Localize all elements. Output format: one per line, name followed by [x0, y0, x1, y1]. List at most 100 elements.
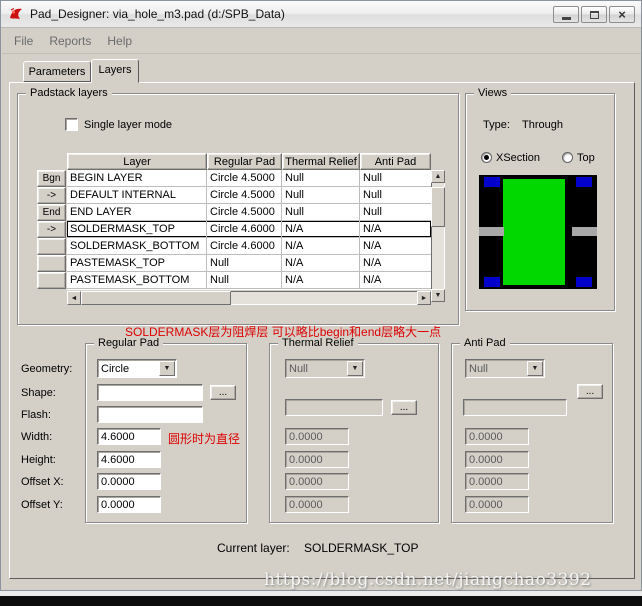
single-layer-mode-checkbox[interactable] — [65, 118, 78, 131]
column-header-anti-pad[interactable]: Anti Pad — [360, 153, 431, 170]
radio-dot — [484, 155, 489, 160]
pad-shape-green — [503, 179, 565, 285]
thermal-relief-geometry-value: Null — [289, 362, 308, 375]
regular-pad-offset-x-input[interactable] — [97, 473, 161, 490]
regular-pad-offset-y-input[interactable] — [97, 496, 161, 513]
radio-xsection[interactable] — [481, 152, 492, 163]
table-cell: BEGIN LAYER — [67, 170, 207, 186]
table-cell: N/A — [363, 240, 382, 252]
tab-layers[interactable]: Layers — [91, 59, 139, 83]
anti-pad-offset-y-input[interactable] — [465, 496, 529, 513]
chevron-down-icon: ▼ — [527, 361, 543, 376]
table-cell: Null — [282, 204, 360, 220]
anti-pad-browse-button[interactable]: ... — [577, 384, 603, 399]
thermal-relief-height-input[interactable] — [285, 451, 349, 468]
window-controls: × — [553, 6, 635, 23]
type-label: Type: — [483, 119, 510, 131]
thermal-relief-offset-y-input[interactable] — [285, 496, 349, 513]
row-button-arrow-2[interactable]: -> — [37, 221, 66, 238]
table-cell: PASTEMASK_BOTTOM — [67, 272, 207, 288]
pad-corner-blue-bottom-right — [576, 277, 592, 287]
menubar: File Reports Help — [2, 29, 641, 54]
table-cell: Circle 4.5000 — [207, 170, 282, 186]
regular-pad-shape-input[interactable] — [97, 384, 203, 401]
table-cell: Null — [207, 272, 282, 288]
minimize-button[interactable] — [553, 6, 579, 23]
pad-corner-blue-top-left — [484, 177, 500, 187]
column-header-thermal-relief[interactable]: Thermal Relief — [282, 153, 360, 170]
scroll-down-icon: ▼ — [434, 292, 442, 299]
table-cell: DEFAULT INTERNAL — [67, 187, 207, 203]
soldermask-annotation: SOLDERMASK层为阻焊层 可以略比begin和end层略大一点 — [125, 325, 442, 339]
regular-pad-geometry-dropdown[interactable]: Circle ▼ — [97, 359, 177, 378]
table-row-soldermask-top[interactable]: SOLDERMASK_TOP Circle 4.6000 N/A N/A — [67, 221, 431, 238]
anti-pad-geometry-dropdown[interactable]: Null ▼ — [465, 359, 545, 378]
flash-label: Flash: — [21, 409, 51, 421]
scroll-left-icon: ◄ — [70, 294, 78, 302]
row-button-end[interactable]: End — [37, 204, 66, 221]
pad-corner-blue-top-right — [576, 177, 592, 187]
thermal-relief-flash-input[interactable] — [285, 399, 383, 416]
titlebar[interactable]: Pad_Designer: via_hole_m3.pad (d:/SPB_Da… — [1, 1, 641, 28]
radio-top-label: Top — [577, 152, 595, 164]
row-button-arrow-1[interactable]: -> — [37, 187, 66, 204]
anti-pad-group-title: Anti Pad — [460, 337, 510, 349]
scroll-left-button[interactable]: ◄ — [67, 291, 81, 305]
anti-pad-flash-input[interactable] — [463, 399, 567, 416]
offset-y-label: Offset Y: — [21, 499, 63, 511]
regular-pad-flash-input[interactable] — [97, 406, 203, 423]
regular-pad-width-input[interactable] — [97, 428, 161, 445]
menu-help[interactable]: Help — [107, 34, 132, 48]
anti-pad-offset-x-input[interactable] — [465, 473, 529, 490]
table-row-soldermask-bottom[interactable]: SOLDERMASK_BOTTOM Circle 4.6000 N/A N/A — [67, 238, 431, 255]
tab-parameters[interactable]: Parameters — [23, 61, 91, 82]
row-button-blank-1[interactable] — [37, 238, 66, 255]
menu-reports[interactable]: Reports — [49, 34, 91, 48]
scroll-right-icon: ► — [420, 294, 428, 302]
padstack-layers-group-title: Padstack layers — [26, 87, 112, 99]
row-button-bgn[interactable]: Bgn — [37, 170, 66, 187]
pad-corner-blue-bottom-left — [484, 277, 500, 287]
app-icon — [10, 7, 22, 19]
regular-pad-shape-browse-button[interactable]: ... — [210, 385, 236, 400]
thermal-relief-geometry-dropdown[interactable]: Null ▼ — [285, 359, 365, 378]
scroll-up-button[interactable]: ▲ — [431, 170, 445, 183]
row-button-blank-3[interactable] — [37, 272, 66, 289]
anti-pad-height-input[interactable] — [465, 451, 529, 468]
table-cell: SOLDERMASK_TOP — [67, 221, 207, 237]
close-button[interactable]: × — [609, 6, 635, 23]
thermal-relief-offset-x-input[interactable] — [285, 473, 349, 490]
table-row-begin-layer[interactable]: BEGIN LAYER Circle 4.5000 Null Null — [67, 170, 431, 187]
drill-bar-left — [479, 227, 504, 236]
table-row-pastemask-top[interactable]: PASTEMASK_TOP Null N/A N/A — [67, 255, 431, 272]
menu-file[interactable]: File — [14, 34, 33, 48]
width-label: Width: — [21, 431, 53, 443]
table-row-default-internal[interactable]: DEFAULT INTERNAL Circle 4.5000 Null Null — [67, 187, 431, 204]
close-icon: × — [618, 7, 626, 22]
table-cell: Circle 4.6000 — [207, 238, 282, 254]
table-row-end-layer[interactable]: END LAYER Circle 4.5000 Null Null — [67, 204, 431, 221]
geometry-label: Geometry: — [21, 363, 73, 375]
anti-pad-width-input[interactable] — [465, 428, 529, 445]
ellipsis-icon: ... — [218, 387, 228, 398]
regular-pad-height-input[interactable] — [97, 451, 161, 468]
table-row-pastemask-bottom[interactable]: PASTEMASK_BOTTOM Null N/A N/A — [67, 272, 431, 289]
offset-x-label: Offset X: — [21, 476, 64, 488]
table-cell: N/A — [363, 257, 382, 269]
scroll-right-button[interactable]: ► — [417, 291, 431, 305]
screen: Pad_Designer: via_hole_m3.pad (d:/SPB_Da… — [0, 0, 642, 606]
vertical-scroll-thumb[interactable] — [431, 187, 445, 227]
column-header-layer[interactable]: Layer — [67, 153, 207, 170]
thermal-relief-width-input[interactable] — [285, 428, 349, 445]
column-header-regular-pad[interactable]: Regular Pad — [207, 153, 282, 170]
anti-pad-geometry-value: Null — [469, 362, 488, 375]
window-title: Pad_Designer: via_hole_m3.pad (d:/SPB_Da… — [30, 7, 285, 21]
table-cell: Null — [363, 172, 382, 184]
horizontal-scroll-thumb[interactable] — [81, 291, 231, 305]
table-cell: N/A — [282, 255, 360, 271]
maximize-button[interactable] — [581, 6, 607, 23]
radio-top[interactable] — [562, 152, 573, 163]
row-button-blank-2[interactable] — [37, 255, 66, 272]
thermal-relief-browse-button[interactable]: ... — [391, 400, 417, 415]
scroll-down-button[interactable]: ▼ — [431, 289, 445, 302]
